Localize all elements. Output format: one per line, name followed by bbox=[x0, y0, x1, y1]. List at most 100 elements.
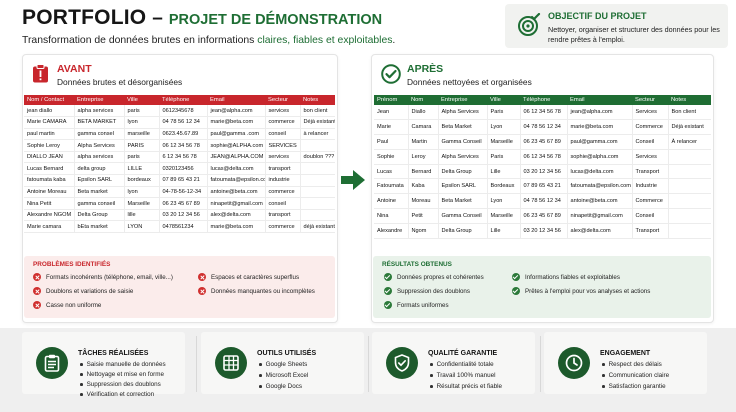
column-header: Secteur bbox=[265, 95, 300, 105]
table-cell bbox=[300, 139, 335, 152]
clipboard-list-icon bbox=[36, 347, 68, 379]
table-cell: lyon bbox=[124, 186, 160, 199]
table-row: Nina Petit Gamma Conseil Marseille 06 23 45 … bbox=[374, 208, 711, 224]
result-text: Suppression des doublons bbox=[397, 287, 470, 295]
column-header: Prénom bbox=[374, 95, 408, 105]
table-cell: Alexandre bbox=[374, 223, 409, 239]
issues-title: PROBLÈMES IDENTIFIÉS bbox=[33, 261, 111, 268]
table-cell: jean@alpha.com bbox=[567, 105, 633, 121]
before-title: AVANT bbox=[57, 63, 92, 75]
check-circle-icon bbox=[512, 287, 520, 295]
table-cell: 0623.45.67.89 bbox=[159, 128, 208, 141]
table-cell: transport bbox=[265, 209, 301, 222]
column-header: Notes bbox=[668, 95, 711, 105]
table-cell: Conseil bbox=[632, 134, 669, 150]
card-item: Résultat précis et fiable bbox=[430, 383, 502, 390]
shield-check-icon bbox=[386, 347, 418, 379]
table-cell: bordeaux bbox=[124, 174, 160, 187]
table-row: fatoumata kaba Epsilon SARL bordeaux 07 89 … bbox=[24, 174, 335, 187]
issue-item: Données manquantes ou incomplètes bbox=[198, 287, 315, 295]
table-cell: 07 89 65 43 21 bbox=[520, 178, 568, 195]
table-cell: industrie bbox=[265, 174, 301, 187]
check-circle-icon bbox=[384, 287, 392, 295]
table-cell: delta group bbox=[74, 162, 125, 176]
table-header-row: Nom / Contact Entreprise Ville Téléphone Ema… bbox=[24, 95, 335, 105]
table-row: Antoine Moreau Beta market lyon 04-78-56-12… bbox=[24, 186, 335, 199]
table-cell: 04 78 56 12 34 bbox=[520, 119, 568, 136]
table-cell: Delta Group bbox=[438, 223, 488, 239]
table-cell: Déjà existant bbox=[300, 116, 335, 129]
result-item: Données propres et cohérentes bbox=[384, 273, 484, 281]
table-cell: marie@beta.com bbox=[207, 220, 266, 234]
table-cell: alpha services bbox=[74, 105, 125, 118]
table-cell: transport bbox=[265, 162, 301, 176]
table-cell: Ngom bbox=[408, 223, 439, 239]
table-cell bbox=[668, 208, 711, 224]
table-cell: Marseille bbox=[487, 208, 521, 224]
x-circle-icon bbox=[198, 287, 206, 295]
table-cell: 03 20 12 34 56 bbox=[520, 164, 568, 180]
table-cell: Gamma Conseil bbox=[438, 134, 488, 150]
card-item: Travail 100% manuel bbox=[430, 372, 496, 379]
table-cell: Transport bbox=[632, 164, 669, 180]
card-title: OUTILS UTILISÉS bbox=[257, 350, 317, 357]
table-cell: Lyon bbox=[487, 193, 521, 210]
table-cell: Epsilon SARL bbox=[438, 178, 488, 195]
table-cell: paul@gamma .com bbox=[207, 128, 266, 141]
table-cell: Lille bbox=[487, 223, 521, 239]
table-cell: 04-78-56-12-34 bbox=[159, 186, 208, 199]
table-cell: Alpha Services bbox=[438, 105, 488, 121]
table-cell: Epsilon SARL bbox=[74, 174, 125, 187]
table-cell: SERVICES bbox=[265, 139, 301, 152]
card-divider bbox=[540, 336, 541, 392]
column-header: Entreprise bbox=[438, 95, 487, 105]
table-cell: commerce bbox=[265, 186, 301, 199]
table-cell: ninapetit@gmail.com bbox=[207, 197, 266, 210]
table-cell: ninapetit@gmail.com bbox=[567, 208, 633, 224]
page-subtitle: Transformation de données brutes en info… bbox=[22, 35, 395, 46]
table-cell bbox=[668, 164, 711, 180]
table-cell: Delta Group bbox=[74, 209, 125, 222]
arrow-right-icon bbox=[341, 170, 365, 190]
table-cell: 07 89 65 43 21 bbox=[159, 174, 208, 187]
issue-item: Doublons et variations de saisie bbox=[33, 287, 133, 295]
card-commitment: ENGAGEMENT Respect des délais Communicat… bbox=[544, 332, 707, 394]
table-cell: 0478561234 bbox=[159, 220, 208, 234]
card-item: Confidentialité totale bbox=[430, 361, 494, 368]
check-circle-icon bbox=[512, 273, 520, 281]
card-item: Google Sheets bbox=[259, 361, 308, 368]
portfolio-page: PORTFOLIO – PROJET DE DÉMONSTRATION Tran… bbox=[0, 0, 736, 412]
table-cell: Delta Group bbox=[438, 164, 488, 180]
table-cell: 04 78 56 12 34 bbox=[520, 193, 568, 210]
table-cell: 03 20 12 34 56 bbox=[159, 209, 208, 222]
table-row: Marie CAMARA BETA MARKET lyon 04 78 56 12 3… bbox=[24, 116, 335, 129]
table-cell: marseille bbox=[124, 128, 160, 141]
table-cell: Lucas bbox=[374, 164, 409, 180]
table-cell: Bernard bbox=[408, 164, 439, 180]
table-cell: Paris bbox=[487, 149, 521, 165]
table-cell: 06 23 45 67 89 bbox=[159, 197, 208, 210]
table-row: DIALLO JEAN alpha services paris 6 12 34 56… bbox=[24, 151, 335, 164]
issues-box: PROBLÈMES IDENTIFIÉS Formats incohérents… bbox=[24, 256, 335, 318]
table-cell: services bbox=[265, 151, 301, 164]
title-project: PROJET DE DÉMONSTRATION bbox=[168, 12, 383, 28]
column-header: Téléphone bbox=[159, 95, 207, 105]
table-cell: Marie camara bbox=[24, 220, 75, 234]
table-cell: à relancer bbox=[300, 128, 335, 141]
table-cell bbox=[300, 174, 335, 187]
card-item: Nettoyage et mise en forme bbox=[80, 371, 164, 378]
table-cell: alpha services bbox=[74, 151, 125, 164]
table-cell: JEAN@ALPHA.COM bbox=[207, 151, 266, 164]
table-cell: sophie@alpha.com bbox=[567, 149, 633, 165]
title-dash: – bbox=[152, 8, 163, 29]
table-cell: fatoumata kaba bbox=[24, 174, 75, 187]
column-header: Entreprise bbox=[74, 95, 124, 105]
column-header: Ville bbox=[487, 95, 520, 105]
issue-text: Casse non uniforme bbox=[46, 301, 102, 309]
table-cell: Marseille bbox=[487, 134, 521, 150]
after-title: APRÈS bbox=[407, 63, 444, 75]
table-cell: Alpha Services bbox=[74, 139, 125, 152]
table-cell: Paris bbox=[487, 105, 521, 121]
table-cell: Lille bbox=[487, 164, 521, 180]
table-cell: Camara bbox=[408, 119, 439, 136]
